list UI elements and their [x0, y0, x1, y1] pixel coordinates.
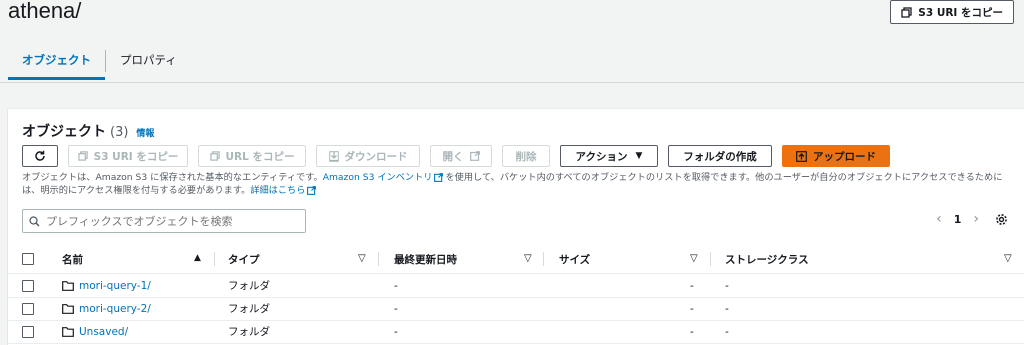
- actions-label: アクション: [575, 150, 628, 163]
- object-last-modified: -: [394, 279, 398, 292]
- external-link-icon: [307, 186, 317, 195]
- create-folder-label: フォルダの作成: [683, 150, 757, 163]
- refresh-icon: [34, 150, 46, 162]
- info-link[interactable]: 情報: [136, 126, 154, 139]
- copy-s3-uri-label: S3 URI をコピー: [918, 6, 1003, 19]
- upload-button[interactable]: アップロード: [782, 145, 890, 167]
- toolbar: S3 URI をコピー URL をコピー ダウンロード 開く 削除 アクション …: [22, 145, 900, 167]
- copy-icon: [901, 6, 912, 18]
- external-link-icon: [469, 151, 480, 161]
- actions-dropdown[interactable]: アクション ▼: [560, 145, 658, 167]
- tab-bar: オブジェクト プロパティ: [8, 42, 191, 82]
- select-all-checkbox[interactable]: [22, 245, 34, 273]
- folder-icon: [62, 320, 74, 343]
- table-header: 名前 ▲ タイプ ▽ 最終更新日時 ▽ サイズ ▽ ストレージクラス ▽: [8, 245, 1024, 274]
- search-icon: [29, 215, 40, 227]
- object-type: フォルダ: [228, 303, 270, 315]
- object-size: -: [690, 325, 694, 338]
- page-header: athena/ S3 URI をコピー オブジェクト プロパティ: [0, 0, 1024, 83]
- objects-description: オブジェクトは、Amazon S3 に保存された基本的なエンティティです。Ama…: [22, 171, 1014, 197]
- page-number[interactable]: 1: [954, 213, 962, 226]
- folder-icon: [62, 297, 74, 320]
- description-text-1: オブジェクトは、Amazon S3 に保存された基本的なエンティティです。: [22, 172, 323, 183]
- table-row: Unsaved/ フォルダ - - -: [8, 320, 1024, 344]
- upload-label: アップロード: [813, 150, 876, 163]
- sort-asc-icon[interactable]: ▲: [194, 253, 201, 263]
- object-size: -: [690, 279, 694, 292]
- tab-objects[interactable]: オブジェクト: [8, 42, 105, 82]
- column-divider: [543, 252, 544, 266]
- create-folder-button[interactable]: フォルダの作成: [668, 145, 772, 167]
- inventory-link[interactable]: Amazon S3 インベントリ: [323, 172, 433, 183]
- sort-icon[interactable]: ▽: [1004, 253, 1012, 264]
- tab-properties[interactable]: プロパティ: [106, 42, 191, 82]
- column-header-type[interactable]: タイプ: [228, 245, 260, 273]
- table-row: mori-query-1/ フォルダ - - -: [8, 274, 1024, 298]
- column-header-last-modified[interactable]: 最終更新日時: [394, 245, 457, 273]
- download-icon: [328, 150, 339, 162]
- delete-button[interactable]: 削除: [502, 145, 550, 167]
- copy-url-button[interactable]: URL をコピー: [198, 145, 306, 167]
- tabs-divider-line: [0, 82, 1024, 83]
- copy-s3-uri-header-button[interactable]: S3 URI をコピー: [890, 0, 1014, 24]
- row-checkbox[interactable]: [22, 274, 34, 297]
- page-title: athena/: [8, 0, 82, 23]
- settings-gear-icon[interactable]: [995, 213, 1008, 226]
- chevron-left-icon[interactable]: ‹: [936, 211, 942, 227]
- sort-icon[interactable]: ▽: [524, 253, 532, 264]
- search-box: [22, 209, 306, 233]
- external-link-icon: [434, 173, 444, 182]
- download-button[interactable]: ダウンロード: [316, 145, 420, 167]
- search-input[interactable]: [44, 213, 288, 229]
- column-header-name[interactable]: 名前: [62, 245, 83, 273]
- column-header-storage-class[interactable]: ストレージクラス: [725, 245, 809, 273]
- column-divider: [378, 252, 379, 266]
- row-checkbox[interactable]: [22, 297, 34, 320]
- open-button[interactable]: 開く: [430, 145, 492, 167]
- folder-icon: [62, 274, 74, 297]
- upload-icon: [796, 150, 807, 162]
- learn-more-link[interactable]: 詳細はこちら: [250, 185, 305, 196]
- object-type: フォルダ: [228, 326, 270, 338]
- object-last-modified: -: [394, 302, 398, 315]
- delete-label: 削除: [515, 150, 537, 163]
- object-name-link[interactable]: mori-query-1/: [79, 274, 151, 297]
- row-checkbox[interactable]: [22, 320, 34, 343]
- object-size: -: [690, 302, 694, 315]
- pagination: ‹ 1 ›: [930, 211, 1014, 227]
- object-storage-class: -: [725, 279, 729, 292]
- table-row: mori-query-2/ フォルダ - - -: [8, 297, 1024, 321]
- chevron-right-icon[interactable]: ›: [973, 211, 979, 227]
- copy-s3-uri-label: S3 URI をコピー: [93, 150, 179, 163]
- download-label: ダウンロード: [344, 150, 408, 163]
- panel-header: オブジェクト (3) 情報: [22, 121, 154, 141]
- open-label: 開く: [442, 150, 464, 163]
- copy-icon: [209, 151, 220, 161]
- object-type: フォルダ: [228, 280, 270, 292]
- sort-icon[interactable]: ▽: [358, 253, 366, 264]
- panel-title: オブジェクト: [22, 124, 106, 140]
- copy-s3-uri-button[interactable]: S3 URI をコピー: [68, 145, 188, 167]
- object-storage-class: -: [725, 325, 729, 338]
- column-divider: [710, 252, 711, 266]
- copy-icon: [77, 151, 88, 161]
- object-name-link[interactable]: Unsaved/: [79, 320, 128, 343]
- column-divider: [214, 252, 215, 266]
- object-last-modified: -: [394, 325, 398, 338]
- objects-panel: オブジェクト (3) 情報 S3 URI をコピー URL をコピー ダウンロー…: [8, 108, 1024, 345]
- copy-url-label: URL をコピー: [225, 150, 295, 163]
- sort-icon[interactable]: ▽: [690, 253, 698, 264]
- refresh-button[interactable]: [22, 145, 58, 167]
- column-header-size[interactable]: サイズ: [559, 245, 590, 273]
- object-storage-class: -: [725, 302, 729, 315]
- caret-down-icon: ▼: [635, 151, 643, 161]
- object-count: (3): [110, 125, 129, 140]
- object-name-link[interactable]: mori-query-2/: [79, 297, 151, 320]
